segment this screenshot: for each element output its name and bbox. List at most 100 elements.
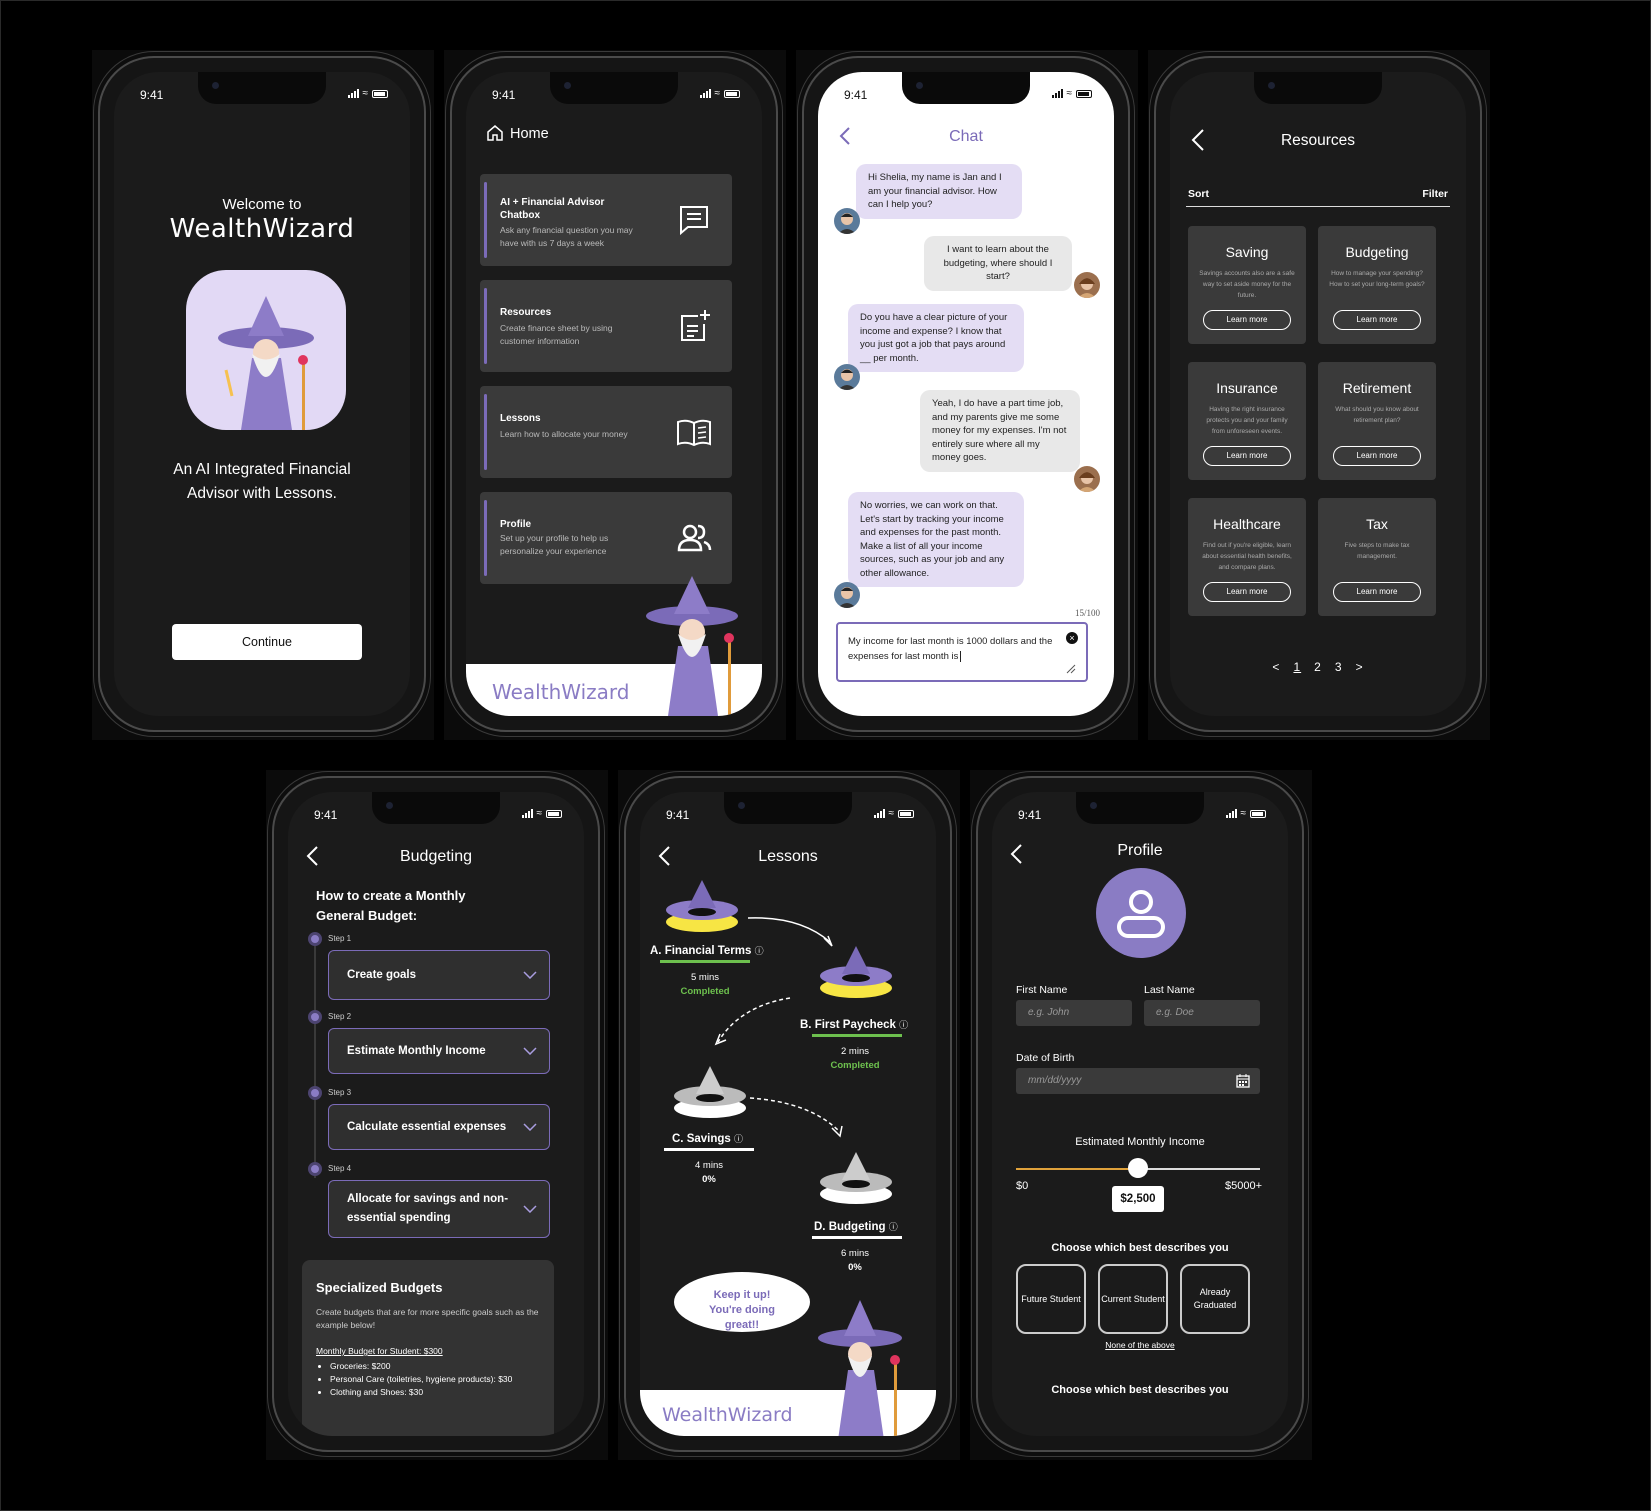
card-desc: Set up your profile to help us personali… xyxy=(500,533,609,556)
chevron-down-icon xyxy=(523,1047,537,1055)
tile-title: Insurance xyxy=(1216,380,1278,396)
learn-more-button[interactable]: Learn more xyxy=(1203,446,1291,466)
chatbox-card[interactable]: AI + Financial Advisor Chatbox Ask any f… xyxy=(480,174,732,266)
budgeting-phone: 9:41 ≈ Budgeting How to create a Monthly… xyxy=(272,776,600,1452)
lesson-progress xyxy=(812,1034,902,1037)
next-page[interactable]: > xyxy=(1356,660,1364,674)
last-name-label: Last Name xyxy=(1144,984,1195,996)
option-current-student[interactable]: Current Student xyxy=(1098,1264,1168,1334)
learn-more-button[interactable]: Learn more xyxy=(1203,582,1291,602)
resource-tile-saving[interactable]: Saving Savings accounts also are a safe w… xyxy=(1188,226,1306,344)
hat-icon-financial-terms[interactable] xyxy=(662,876,742,936)
option-already-graduated[interactable]: Already Graduated xyxy=(1180,1264,1250,1334)
first-name-label: First Name xyxy=(1016,984,1068,996)
chevron-down-icon xyxy=(523,1123,537,1131)
step-text: Create goals xyxy=(347,968,417,981)
continue-button[interactable]: Continue xyxy=(172,624,362,660)
lesson-status: Completed xyxy=(830,1060,880,1071)
resources-card[interactable]: Resources Create finance sheet by using … xyxy=(480,280,732,372)
lessons-card[interactable]: Lessons Learn how to allocate your money xyxy=(480,386,732,478)
step-allocate-savings[interactable]: Allocate for savings and non-essential s… xyxy=(328,1180,550,1238)
status-time: 9:41 xyxy=(844,88,868,102)
pagination: < 1 2 3 > xyxy=(1170,660,1466,674)
divider xyxy=(1186,206,1450,207)
lesson-label[interactable]: D. Budgeting ⓘ xyxy=(814,1220,898,1233)
hat-icon-first-paycheck[interactable] xyxy=(816,942,896,1002)
lesson-duration: 4 mins xyxy=(695,1160,723,1171)
lesson-duration: 5 mins xyxy=(691,972,719,983)
lessons-phone: 9:41 ≈ Lessons A. Financial Terms ⓘ 5 mi… xyxy=(624,776,952,1452)
wizard-mascot xyxy=(646,576,738,716)
chevron-down-icon xyxy=(523,971,537,979)
clear-icon[interactable]: × xyxy=(1066,632,1078,644)
learn-more-button[interactable]: Learn more xyxy=(1203,310,1291,330)
wizard-mascot xyxy=(818,1300,902,1436)
book-icon xyxy=(677,419,711,447)
income-slider-knob[interactable] xyxy=(1128,1158,1148,1178)
chat-message-user: Yeah, I do have a part time job, and my … xyxy=(920,390,1080,472)
chat-message-advisor: No worries, we can work on that. Let's s… xyxy=(848,492,1024,587)
sort-button[interactable]: Sort xyxy=(1188,188,1209,200)
page-title: Resources xyxy=(1280,132,1356,149)
tile-desc: Five steps to make tax management. xyxy=(1344,542,1410,560)
status-time: 9:41 xyxy=(666,808,690,822)
option-none[interactable]: None of the above xyxy=(992,1340,1288,1350)
avatar[interactable] xyxy=(1096,868,1186,958)
lesson-label[interactable]: A. Financial Terms ⓘ xyxy=(650,944,764,957)
dob-field[interactable]: mm/dd/yyyy xyxy=(1016,1068,1260,1094)
lesson-label[interactable]: B. First Paycheck ⓘ xyxy=(800,1018,908,1031)
resource-tile-insurance[interactable]: Insurance Having the right insurance prot… xyxy=(1188,362,1306,480)
first-name-field[interactable]: e.g. John xyxy=(1016,1000,1132,1026)
prev-page[interactable]: < xyxy=(1272,660,1280,674)
resource-tile-tax[interactable]: Tax Five steps to make tax management. Lea… xyxy=(1318,498,1436,616)
step-essential-expenses[interactable]: Calculate essential expenses xyxy=(328,1104,550,1150)
budget-item: Clothing and Shoes: $30 xyxy=(330,1386,550,1399)
step-dot xyxy=(308,1162,322,1176)
card-title: Profile xyxy=(500,519,532,530)
last-name-field[interactable]: e.g. Doe xyxy=(1144,1000,1260,1026)
option-future-student[interactable]: Future Student xyxy=(1016,1264,1086,1334)
hat-icon-budgeting[interactable] xyxy=(816,1148,896,1208)
page-2[interactable]: 2 xyxy=(1314,660,1322,674)
advisor-avatar xyxy=(834,208,860,234)
card-title: Lessons xyxy=(500,413,541,424)
encouragement-bubble: Keep it up! You're doing great!! xyxy=(674,1272,810,1332)
tile-desc: Savings accounts also are a safe way to … xyxy=(1199,270,1295,299)
step-label: Step 4 xyxy=(328,1164,352,1173)
learn-more-button[interactable]: Learn more xyxy=(1333,446,1421,466)
tile-title: Budgeting xyxy=(1345,244,1409,260)
hat-icon-savings[interactable] xyxy=(670,1062,750,1122)
chat-phone: 9:41 ≈ Chat Hi Shelia, my name is Jan an… xyxy=(802,56,1130,732)
status-time: 9:41 xyxy=(492,88,516,102)
resize-handle-icon[interactable] xyxy=(1066,664,1076,674)
lesson-duration: 2 mins xyxy=(841,1046,869,1057)
resource-tile-budgeting[interactable]: Budgeting How to manage your spending? Ho… xyxy=(1318,226,1436,344)
profile-card[interactable]: Profile Set up your profile to help us p… xyxy=(480,492,732,584)
resource-tile-healthcare[interactable]: Healthcare Find out if you're eligible, l… xyxy=(1188,498,1306,616)
footer-brand: WealthWizard xyxy=(492,680,630,704)
status-time: 9:41 xyxy=(1018,808,1042,822)
step-label: Step 1 xyxy=(328,934,352,943)
filter-button[interactable]: Filter xyxy=(1422,188,1448,200)
advisor-avatar xyxy=(834,364,860,390)
resources-phone: Resources Sort Filter Saving Savings acco… xyxy=(1154,56,1482,732)
chevron-down-icon xyxy=(523,1205,537,1213)
calendar-icon[interactable] xyxy=(1236,1074,1250,1088)
resource-tile-retirement[interactable]: Retirement What should you know about ret… xyxy=(1318,362,1436,480)
tile-desc: Having the right insurance protects you … xyxy=(1206,406,1288,435)
step-text: Allocate for savings and non-essential s… xyxy=(347,1193,509,1224)
footer-brand: WealthWizard xyxy=(662,1404,793,1426)
step-text: Estimate Monthly Income xyxy=(347,1044,486,1057)
page-3[interactable]: 3 xyxy=(1335,660,1343,674)
tile-title: Retirement xyxy=(1342,380,1412,396)
advisor-avatar xyxy=(834,582,860,608)
chat-input[interactable]: My income for last month is 1000 dollars… xyxy=(836,622,1088,682)
step-create-goals[interactable]: Create goals xyxy=(328,950,550,1000)
learn-more-button[interactable]: Learn more xyxy=(1333,310,1421,330)
learn-more-button[interactable]: Learn more xyxy=(1333,582,1421,602)
step-label: Step 2 xyxy=(328,1012,352,1021)
lesson-label[interactable]: C. Savings ⓘ xyxy=(672,1132,743,1145)
page-1[interactable]: 1 xyxy=(1293,660,1301,674)
step-estimate-income[interactable]: Estimate Monthly Income xyxy=(328,1028,550,1074)
wifi-icon: ≈ xyxy=(362,88,369,99)
